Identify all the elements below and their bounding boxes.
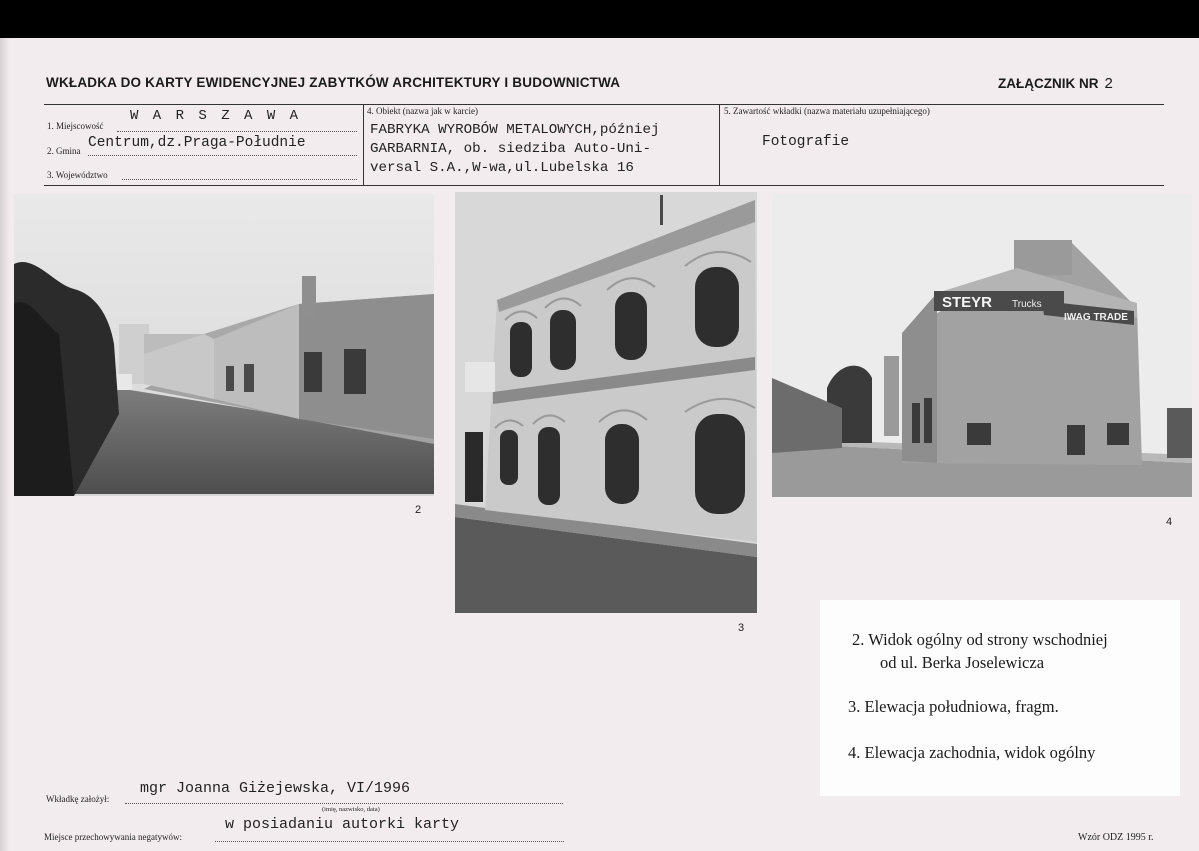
caption-4: 4. Elewacja zachodnia, widok ogólny xyxy=(848,743,1096,762)
annex-number: 2 xyxy=(1104,75,1113,92)
header-bottom-rule xyxy=(44,185,1164,187)
obiekt-line-2: GARBARNIA, ob. siedziba Auto-Uni- xyxy=(370,141,651,157)
storage-value: w posiadaniu autorki karty xyxy=(225,816,460,833)
gmina-value: Centrum,dz.Praga-Południe xyxy=(88,135,306,151)
photo-2-number: 2 xyxy=(415,504,422,516)
caption-3: 3. Elewacja południowa, fragm. xyxy=(848,697,1059,716)
miejscowosc-line xyxy=(117,131,357,132)
author-hint: (imię, nazwisko, data) xyxy=(322,806,380,813)
wojewodztwo-label: 3. Województwo xyxy=(47,170,108,180)
storage-label: Miejsce przechowywania negatywów: xyxy=(44,832,182,842)
gmina-line xyxy=(88,155,357,156)
photo-4: STEYR Trucks IWAG TRADE xyxy=(772,193,1192,497)
caption-2-line-2: od ul. Berka Joselewicza xyxy=(880,653,1045,672)
zawartosc-label: 5. Zawartość wkładki (nazwa materiału uz… xyxy=(724,106,930,116)
obiekt-line-1: FABRYKA WYROBÓW METALOWYCH,później xyxy=(370,122,660,138)
author-value: mgr Joanna Giżejewska, VI/1996 xyxy=(140,780,411,797)
header-divider-2 xyxy=(719,104,721,186)
photo-3 xyxy=(455,192,757,613)
zawartosc-value: Fotografie xyxy=(762,134,850,150)
photo-3-number: 3 xyxy=(738,622,745,634)
obiekt-line-3: versal S.A.,W-wa,ul.Lubelska 16 xyxy=(370,160,634,176)
header-divider-1 xyxy=(363,104,365,186)
photo-4-sign-iwag: IWAG TRADE xyxy=(1064,312,1128,323)
form-id: Wzór ODZ 1995 r. xyxy=(1078,832,1154,843)
caption-2-line-1: 2. Widok ogólny od strony wschodniej xyxy=(852,630,1108,649)
storage-line xyxy=(215,841,564,842)
gmina-label: 2. Gmina xyxy=(47,146,81,156)
miejscowosc-value: W A R S Z A W A xyxy=(130,108,302,124)
captions-box: 2. Widok ogólny od strony wschodniej od … xyxy=(820,600,1180,796)
annex-label: ZAŁĄCZNIK NR 2 xyxy=(998,75,1113,92)
miejscowosc-label: 1. Miejscowość xyxy=(47,121,104,131)
obiekt-value: FABRYKA WYROBÓW METALOWYCH,później GARBA… xyxy=(370,121,659,178)
photo-4-sign-steyr: STEYR xyxy=(942,294,992,311)
header-top-rule xyxy=(44,104,1164,106)
record-sheet: WKŁADKA DO KARTY EWIDENCYJNEJ ZABYTKÓW A… xyxy=(0,38,1199,851)
photo-4-number: 4 xyxy=(1166,516,1173,528)
obiekt-label: 4. Obiekt (nazwa jak w karcie) xyxy=(367,106,478,116)
annex-label-text: ZAŁĄCZNIK NR xyxy=(998,76,1099,91)
author-line xyxy=(125,803,563,804)
author-label: Wkładkę założył: xyxy=(46,794,110,804)
form-title: WKŁADKA DO KARTY EWIDENCYJNEJ ZABYTKÓW A… xyxy=(46,75,621,90)
photo-4-sign-trucks: Trucks xyxy=(1012,299,1042,310)
wojewodztwo-line xyxy=(122,179,357,180)
photo-2 xyxy=(14,194,434,496)
